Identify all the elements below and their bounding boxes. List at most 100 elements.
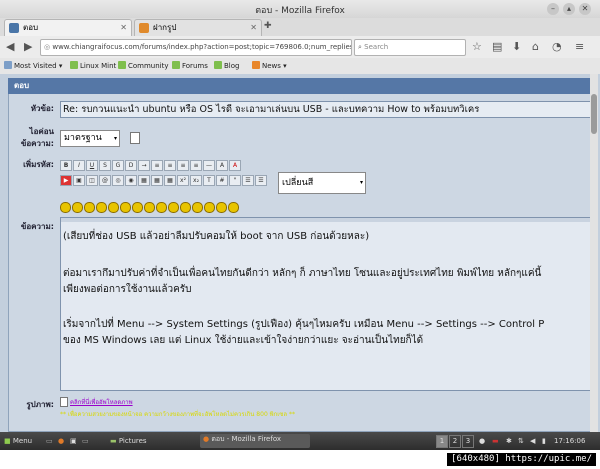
ftp-button[interactable]: ◉ <box>125 175 137 186</box>
embarrassed-icon[interactable] <box>192 202 203 213</box>
scrollbar-thumb[interactable] <box>591 94 597 134</box>
url-bar[interactable]: ◎ www.chiangraifocus.com/forums/index.ph… <box>40 39 352 56</box>
thai-flag-icon[interactable]: ▬ <box>492 436 499 446</box>
huh-icon[interactable] <box>156 202 167 213</box>
bookmark-linux-mint[interactable]: Linux Mint <box>70 61 116 71</box>
close-tab-icon[interactable]: ✕ <box>120 20 127 36</box>
grin-icon[interactable] <box>96 202 107 213</box>
code-button[interactable]: # <box>216 175 228 186</box>
folder-icon: ▬ <box>110 437 117 445</box>
user-icon[interactable]: ● <box>479 436 485 446</box>
subscript-button[interactable]: x₂ <box>190 175 202 186</box>
row-button[interactable]: ▦ <box>151 175 163 186</box>
clock[interactable]: 17:16:06 <box>554 436 585 446</box>
library-icon[interactable]: ▤ <box>492 41 502 53</box>
bookmark-community[interactable]: Community <box>118 61 169 71</box>
font-size-button[interactable]: A <box>216 160 228 171</box>
smiley-icon[interactable] <box>60 202 71 213</box>
teletype-button[interactable]: T <box>203 175 215 186</box>
document-icon <box>130 132 140 144</box>
forward-icon[interactable]: ▶ <box>24 41 32 53</box>
table-button[interactable]: ▦ <box>138 175 150 186</box>
upload-image-link[interactable]: คลิกที่นี่เพื่ออัพโหลดภาพ <box>70 397 133 407</box>
pre-button[interactable]: ≡ <box>151 160 163 171</box>
cool-icon[interactable] <box>144 202 155 213</box>
align-left-button[interactable]: ≡ <box>164 160 176 171</box>
underline-button[interactable]: U <box>86 160 98 171</box>
menu-button[interactable]: ■ Menu <box>4 436 32 446</box>
menu-icon[interactable]: ≡ <box>575 41 584 53</box>
chevron-down-icon: ▾ <box>113 135 117 142</box>
bookmark-news[interactable]: News ▾ <box>252 61 287 71</box>
tab-reply[interactable]: ตอบ ✕ <box>4 19 132 36</box>
tab-upload[interactable]: ฝากรูป ✕ <box>134 19 262 36</box>
workspace-2[interactable]: 2 <box>449 435 461 448</box>
list-button[interactable]: ☰ <box>242 175 254 186</box>
rolleyes-icon[interactable] <box>168 202 179 213</box>
bookmark-forums[interactable]: Forums <box>172 61 208 71</box>
flash-button[interactable]: ▣ <box>73 175 85 186</box>
new-tab-button[interactable]: ✚ <box>264 20 272 32</box>
subject-label: หัวข้อ: <box>30 104 54 113</box>
volume-icon[interactable]: ◀ <box>530 436 535 446</box>
message-icon-select[interactable]: มาตรฐาน ▾ <box>60 130 120 147</box>
download-icon[interactable]: ⬇ <box>512 41 521 53</box>
files-launcher-icon[interactable]: ▭ <box>82 436 89 446</box>
superscript-button[interactable]: x² <box>177 175 189 186</box>
email-button[interactable]: @ <box>99 175 111 186</box>
undecided-icon[interactable] <box>216 202 227 213</box>
show-desktop-icon[interactable]: ▭ <box>46 436 53 446</box>
sad-icon[interactable] <box>120 202 131 213</box>
column-button[interactable]: ▦ <box>164 175 176 186</box>
italic-button[interactable]: I <box>73 160 85 171</box>
bold-button[interactable]: B <box>60 160 72 171</box>
maximize-button[interactable]: ▴ <box>563 3 575 15</box>
bookmark-most-visited[interactable]: Most Visited ▾ <box>4 61 62 71</box>
workspace-3[interactable]: 3 <box>462 435 474 448</box>
star-icon[interactable]: ☆ <box>472 41 482 53</box>
shocked-icon[interactable] <box>132 202 143 213</box>
pictures-task[interactable]: ▬ Pictures <box>110 436 147 446</box>
network-icon[interactable]: ⇅ <box>518 436 524 446</box>
lips-sealed-icon[interactable] <box>204 202 215 213</box>
sync-icon[interactable]: ◔ <box>552 41 562 53</box>
align-center-button[interactable]: ≡ <box>177 160 189 171</box>
link-button[interactable]: ◎ <box>112 175 124 186</box>
image-button[interactable]: ◫ <box>86 175 98 186</box>
glow-button[interactable]: G <box>112 160 124 171</box>
back-icon[interactable]: ◀ <box>6 41 14 53</box>
home-icon[interactable]: ⌂ <box>532 41 539 53</box>
color-value: เปลี่ยนสี <box>282 178 314 188</box>
color-select[interactable]: เปลี่ยนสี ▾ <box>278 172 366 194</box>
forum-favicon-icon <box>9 23 19 33</box>
tongue-icon[interactable] <box>180 202 191 213</box>
bookmark-blog[interactable]: Blog <box>214 61 239 71</box>
close-tab-icon[interactable]: ✕ <box>250 20 257 36</box>
close-window-button[interactable]: ✕ <box>579 3 591 15</box>
wink-icon[interactable] <box>72 202 83 213</box>
angry-icon[interactable] <box>108 202 119 213</box>
align-right-button[interactable]: ≡ <box>190 160 202 171</box>
window-titlebar: ตอบ - Mozilla Firefox – ▴ ✕ <box>0 0 600 19</box>
youtube-button[interactable]: ▶ <box>60 175 72 186</box>
firefox-launcher-icon[interactable]: ● <box>58 436 64 446</box>
battery-icon[interactable]: ▮ <box>542 436 546 446</box>
message-textarea[interactable]: (เสียบที่ช่อง USB แล้วอย่าลืมปรับคอมให้ … <box>60 217 592 391</box>
bluetooth-icon[interactable]: ✱ <box>506 436 512 446</box>
font-color-button[interactable]: A <box>229 160 241 171</box>
quote-button[interactable]: " <box>229 175 241 186</box>
strike-button[interactable]: S <box>99 160 111 171</box>
page-scrollbar[interactable] <box>590 74 598 432</box>
shadow-button[interactable]: D <box>125 160 137 171</box>
list-item-button[interactable]: ☰ <box>255 175 267 186</box>
terminal-launcher-icon[interactable]: ▣ <box>70 436 77 446</box>
search-input[interactable]: ⌕ Search <box>354 39 466 56</box>
minimize-button[interactable]: – <box>547 3 559 15</box>
workspace-1[interactable]: 1 <box>436 435 448 448</box>
subject-field[interactable]: Re: รบกวนแนะนำ ubuntu หรือ OS ไรดี จะเอา… <box>60 101 592 118</box>
cheesy-icon[interactable] <box>84 202 95 213</box>
hr-button[interactable]: — <box>203 160 215 171</box>
firefox-task[interactable]: ● ตอบ - Mozilla Firefox <box>200 434 310 448</box>
kiss-icon[interactable] <box>228 202 239 213</box>
move-button[interactable]: → <box>138 160 150 171</box>
